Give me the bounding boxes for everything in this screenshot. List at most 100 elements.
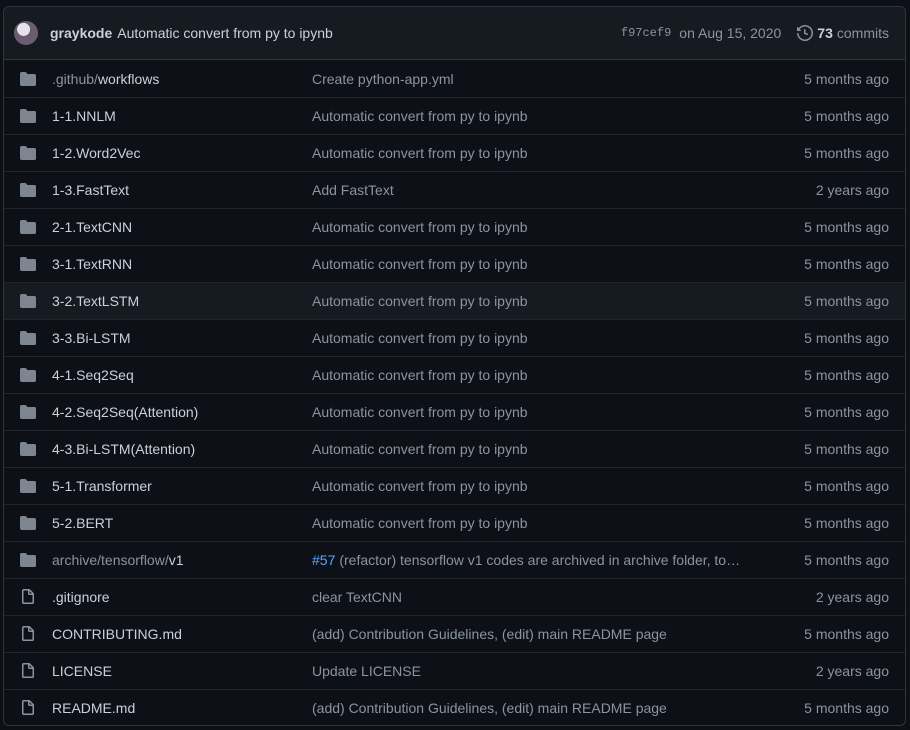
file-name-link[interactable]: 5-2.BERT — [52, 515, 312, 531]
file-name-link[interactable]: 3-1.TextRNN — [52, 256, 312, 272]
file-name: 3-3.Bi-LSTM — [52, 330, 131, 346]
commit-message-text: Automatic convert from py to ipynb — [312, 145, 528, 161]
commit-age: 5 months ago — [804, 219, 889, 235]
file-name-link[interactable]: .gitignore — [52, 589, 312, 605]
file-row[interactable]: 1-2.Word2Vec Automatic convert from py to… — [4, 134, 905, 171]
commit-message-text: Automatic convert from py to ipynb — [312, 515, 528, 531]
file-name-link[interactable]: 2-1.TextCNN — [52, 219, 312, 235]
commit-message-link[interactable]: Automatic convert from py to ipynb — [312, 108, 769, 124]
file-row[interactable]: 3-3.Bi-LSTM Automatic convert from py to … — [4, 319, 905, 356]
commit-message-link[interactable]: (add) Contribution Guidelines, (edit) ma… — [312, 700, 769, 716]
commit-message-text: Automatic convert from py to ipynb — [312, 404, 528, 420]
commit-message-link[interactable]: Add FastText — [312, 182, 769, 198]
commit-message-text: clear TextCNN — [312, 589, 402, 605]
file-row[interactable]: 4-3.Bi-LSTM(Attention) Automatic convert … — [4, 430, 905, 467]
folder-icon — [20, 71, 36, 87]
file-row[interactable]: archive/tensorflow/v1 #57 (refactor) tenso… — [4, 541, 905, 578]
file-row[interactable]: 5-2.BERT Automatic convert from py to ipy… — [4, 504, 905, 541]
folder-icon — [20, 219, 36, 235]
folder-icon — [20, 515, 36, 531]
file-name: 1-2.Word2Vec — [52, 145, 141, 161]
file-row[interactable]: 4-2.Seq2Seq(Attention) Automatic convert … — [4, 393, 905, 430]
commit-message-link[interactable]: Create python-app.yml — [312, 71, 769, 87]
commit-age: 5 months ago — [804, 70, 889, 87]
file-name-link[interactable]: 5-1.Transformer — [52, 478, 312, 494]
file-name-link[interactable]: 4-2.Seq2Seq(Attention) — [52, 404, 312, 420]
commit-age: 5 months ago — [804, 145, 889, 161]
commit-message-link[interactable]: Automatic convert from py to ipynb — [312, 219, 769, 235]
file-row[interactable]: CONTRIBUTING.md (add) Contribution Guidel… — [4, 615, 905, 652]
file-row[interactable]: 1-1.NNLM Automatic convert from py to ipy… — [4, 97, 905, 134]
file-name-link[interactable]: 3-3.Bi-LSTM — [52, 330, 312, 346]
commit-message-text: Update LICENSE — [312, 663, 421, 679]
commit-sha[interactable]: f97cef9 — [621, 26, 671, 40]
file-row[interactable]: .github/workflows Create python-app.yml 5 … — [4, 60, 905, 97]
file-name-link[interactable]: archive/tensorflow/v1 — [52, 552, 312, 568]
commit-message-text: Automatic convert from py to ipynb — [312, 108, 528, 124]
file-row[interactable]: 5-1.Transformer Automatic convert from py… — [4, 467, 905, 504]
file-name: 3-2.TextLSTM — [52, 293, 140, 309]
file-name-link[interactable]: README.md — [52, 700, 312, 716]
file-name-link[interactable]: 1-3.FastText — [52, 182, 312, 198]
commit-message-link[interactable]: Automatic convert from py to ipynb — [312, 293, 769, 309]
commits-link[interactable]: 73 commits — [797, 25, 889, 41]
latest-commit-bar: graykode Automatic convert from py to ip… — [4, 7, 905, 60]
commit-message-link[interactable]: clear TextCNN — [312, 589, 769, 605]
file-name-link[interactable]: 1-2.Word2Vec — [52, 145, 312, 161]
commit-message-link[interactable]: #57 (refactor) tensorflow v1 codes are ar… — [312, 552, 769, 568]
file-name: 4-1.Seq2Seq — [52, 367, 134, 383]
file-name-link[interactable]: 3-2.TextLSTM — [52, 293, 312, 309]
commit-message-text: Automatic convert from py to ipynb — [312, 330, 528, 346]
commit-message-link[interactable]: Automatic convert from py to ipynb — [312, 515, 769, 531]
file-name: 1-1.NNLM — [52, 108, 116, 124]
pull-request-link[interactable]: #57 — [312, 552, 335, 568]
file-name: 5-1.Transformer — [52, 478, 152, 494]
file-name: v1 — [168, 552, 184, 568]
file-name-link[interactable]: 1-1.NNLM — [52, 108, 312, 124]
file-name: 4-2.Seq2Seq(Attention) — [52, 404, 199, 420]
file-name-link[interactable]: .github/workflows — [52, 71, 312, 87]
file-name-link[interactable]: 4-1.Seq2Seq — [52, 367, 312, 383]
commit-message-text: Automatic convert from py to ipynb — [312, 367, 528, 383]
commit-message-link[interactable]: (add) Contribution Guidelines, (edit) ma… — [312, 626, 769, 642]
file-row[interactable]: .gitignore clear TextCNN 2 years ago — [4, 578, 905, 615]
commit-message-link[interactable]: Automatic convert from py to ipynb — [312, 145, 769, 161]
commit-age: 5 months ago — [804, 441, 889, 457]
file-icon — [20, 700, 36, 716]
commit-message-link[interactable]: Automatic convert from py to ipynb — [312, 404, 769, 420]
folder-icon — [20, 256, 36, 272]
folder-icon — [20, 367, 36, 383]
commit-age: 5 months ago — [804, 108, 889, 124]
avatar[interactable] — [14, 21, 38, 45]
file-name-link[interactable]: CONTRIBUTING.md — [52, 626, 312, 642]
file-name: 1-3.FastText — [52, 182, 130, 198]
commit-message-link[interactable]: Automatic convert from py to ipynb — [312, 330, 769, 346]
commit-author[interactable]: graykode — [50, 25, 112, 41]
file-name-link[interactable]: 4-3.Bi-LSTM(Attention) — [52, 441, 312, 457]
commit-age: 5 months ago — [804, 330, 889, 346]
path-prefix: archive/tensorflow/ — [52, 552, 169, 568]
commit-message-text: Automatic convert from py to ipynb — [312, 441, 528, 457]
file-row[interactable]: 2-1.TextCNN Automatic convert from py to … — [4, 208, 905, 245]
commit-age: 5 months ago — [804, 293, 889, 309]
file-row[interactable]: 3-2.TextLSTM Automatic convert from py to… — [4, 282, 905, 319]
file-row[interactable]: 1-3.FastText Add FastText 2 years ago — [4, 171, 905, 208]
commit-age: 5 months ago — [804, 515, 889, 531]
commit-message[interactable]: Automatic convert from py to ipynb — [117, 25, 333, 41]
commit-message-text: Automatic convert from py to ipynb — [312, 293, 528, 309]
file-row[interactable]: LICENSE Update LICENSE 2 years ago — [4, 652, 905, 689]
commit-message-link[interactable]: Automatic convert from py to ipynb — [312, 478, 769, 494]
commit-message-link[interactable]: Update LICENSE — [312, 663, 769, 679]
file-row[interactable]: README.md (add) Contribution Guidelines, … — [4, 689, 905, 725]
commit-message-link[interactable]: Automatic convert from py to ipynb — [312, 367, 769, 383]
file-row[interactable]: 4-1.Seq2Seq Automatic convert from py to … — [4, 356, 905, 393]
file-row[interactable]: 3-1.TextRNN Automatic convert from py to … — [4, 245, 905, 282]
commit-message-link[interactable]: Automatic convert from py to ipynb — [312, 441, 769, 457]
folder-icon — [20, 293, 36, 309]
folder-icon — [20, 404, 36, 420]
file-name-link[interactable]: LICENSE — [52, 663, 312, 679]
file-icon — [20, 663, 36, 679]
commit-message-link[interactable]: Automatic convert from py to ipynb — [312, 256, 769, 272]
commit-age: 5 months ago — [804, 626, 889, 642]
folder-icon — [20, 441, 36, 457]
